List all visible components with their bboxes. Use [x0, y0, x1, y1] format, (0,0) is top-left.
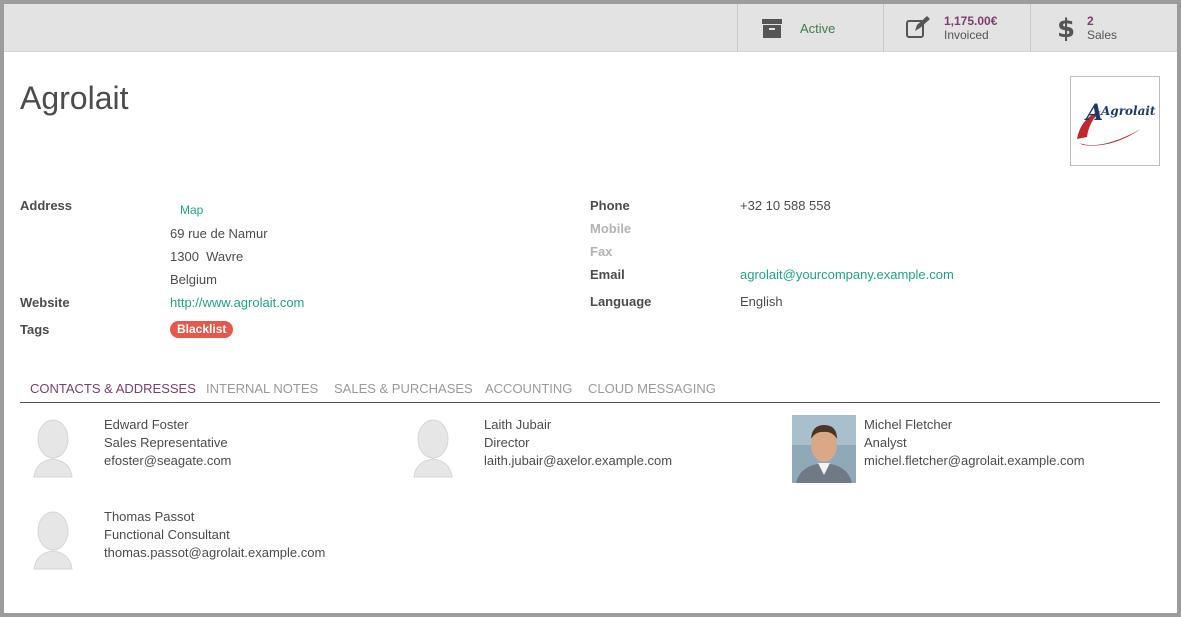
website-label: Website	[20, 295, 70, 310]
contact-name: Michel Fletcher	[864, 417, 953, 432]
website-link[interactable]: http://www.agrolait.com	[170, 295, 304, 310]
notebook-tabs: CONTACTS & ADDRESSES INTERNAL NOTES SALE…	[20, 377, 1160, 403]
sales-button[interactable]: $ 2 Sales	[1030, 4, 1177, 52]
tab-contacts-addresses[interactable]: CONTACTS & ADDRESSES	[30, 381, 196, 396]
phone-label: Phone	[590, 198, 630, 213]
avatar-placeholder-icon	[20, 507, 84, 575]
contact-email: laith.jubair@axelor.example.com	[484, 453, 673, 468]
address-label: Address	[20, 198, 73, 213]
tab-accounting[interactable]: ACCOUNTING	[485, 381, 572, 396]
contact-email: thomas.passot@agrolait.example.com	[104, 545, 326, 560]
svg-text:$: $	[1057, 14, 1074, 42]
archive-icon	[758, 14, 786, 42]
phone-value[interactable]: +32 10 588 558	[740, 198, 831, 213]
tab-sales-purchases[interactable]: SALES & PURCHASES	[334, 381, 473, 396]
address-city: 1300 Wavre	[170, 249, 244, 264]
avatar-placeholder-icon	[20, 415, 84, 483]
active-toggle-button[interactable]: Active	[737, 4, 884, 52]
edit-icon	[904, 14, 932, 42]
partner-logo[interactable]: A Agrolait	[1070, 76, 1160, 166]
contact-name: Thomas Passot	[104, 509, 195, 524]
contact-card[interactable]: Laith Jubair Director laith.jubair@axelo…	[400, 415, 770, 487]
invoiced-label: Invoiced	[944, 28, 989, 42]
email-link[interactable]: agrolait@yourcompany.example.com	[740, 267, 954, 282]
contact-name: Laith Jubair	[484, 417, 552, 432]
tag-badge[interactable]: Blacklist	[170, 321, 234, 338]
contact-email: michel.fletcher@agrolait.example.com	[864, 453, 1085, 468]
contact-role: Director	[484, 435, 530, 450]
partner-name: Agrolait	[20, 80, 129, 116]
language-value: English	[740, 294, 783, 309]
contact-name: Edward Foster	[104, 417, 189, 432]
sales-label: Sales	[1087, 28, 1118, 42]
fax-label: Fax	[590, 244, 613, 259]
contact-role: Analyst	[864, 435, 907, 450]
invoiced-button[interactable]: 1,175.00€ Invoiced	[883, 4, 1030, 52]
contact-card[interactable]: Thomas Passot Functional Consultant thom…	[20, 507, 380, 579]
tab-cloud-messaging[interactable]: CLOUD MESSAGING	[588, 381, 716, 396]
sales-count: 2	[1087, 14, 1094, 28]
contact-email: efoster@seagate.com	[104, 453, 232, 468]
address-country: Belgium	[170, 272, 217, 287]
language-label: Language	[590, 294, 652, 309]
smart-button-bar: Active 1,175.00€ Invoiced $ 2 Sales	[4, 4, 1177, 52]
active-label: Active	[800, 20, 836, 36]
contact-role: Sales Representative	[104, 435, 228, 450]
contact-role: Functional Consultant	[104, 527, 230, 542]
dollar-icon: $	[1051, 14, 1079, 42]
tab-internal-notes[interactable]: INTERNAL NOTES	[206, 381, 318, 396]
contact-card[interactable]: Michel Fletcher Analyst michel.fletcher@…	[780, 415, 1160, 487]
mobile-label: Mobile	[590, 221, 632, 236]
contact-card[interactable]: Edward Foster Sales Representative efost…	[20, 415, 380, 487]
invoiced-value: 1,175.00€	[944, 14, 998, 28]
avatar-placeholder-icon	[400, 415, 464, 483]
email-label: Email	[590, 267, 625, 282]
map-link[interactable]: Map	[180, 203, 203, 217]
tags-label: Tags	[20, 322, 50, 337]
logo-text: Agrolait	[1100, 104, 1156, 118]
avatar-photo	[792, 415, 856, 483]
address-street: 69 rue de Namur	[170, 226, 268, 241]
